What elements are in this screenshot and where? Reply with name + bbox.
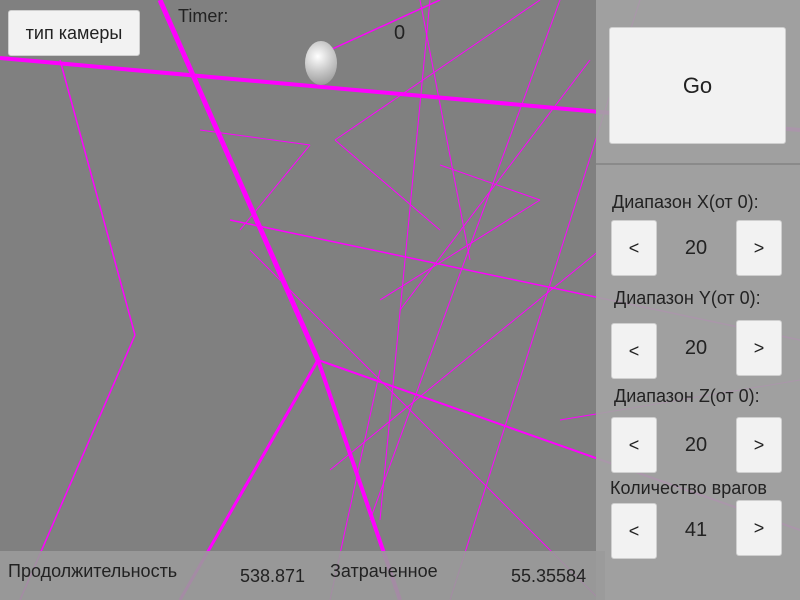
range-x-decrease-button[interactable]: < — [611, 220, 657, 276]
camera-type-button[interactable]: тип камеры — [8, 10, 140, 56]
range-x-increase-button[interactable]: > — [736, 220, 782, 276]
range-z-decrease-button[interactable]: < — [611, 417, 657, 473]
range-y-increase-button[interactable]: > — [736, 320, 782, 376]
range-x-label: Диапазон X(от 0): — [612, 192, 759, 212]
range-z-label: Диапазон Z(от 0): — [614, 386, 760, 406]
sphere-icon — [305, 41, 337, 85]
range-y-label: Диапазон Y(от 0): — [614, 288, 761, 308]
range-y-decrease-button[interactable]: < — [611, 323, 657, 379]
go-button[interactable]: Go — [609, 27, 786, 144]
timer-value: 0 — [394, 22, 406, 44]
panel-divider — [596, 163, 800, 165]
range-x-value: 20 — [684, 237, 708, 259]
timer-label: Timer: — [178, 6, 229, 26]
duration-value: 538.871 — [240, 566, 306, 586]
enemies-count-label: Количество врагов — [610, 478, 767, 498]
enemies-count-value: 41 — [684, 519, 708, 541]
spent-label: Затраченное — [330, 561, 438, 581]
enemies-increase-button[interactable]: > — [736, 500, 782, 556]
enemies-decrease-button[interactable]: < — [611, 503, 657, 559]
spent-value: 55.35584 — [511, 566, 587, 586]
range-z-value: 20 — [684, 434, 708, 456]
range-y-value: 20 — [684, 337, 708, 359]
range-z-increase-button[interactable]: > — [736, 417, 782, 473]
duration-label: Продолжительность — [8, 561, 178, 581]
